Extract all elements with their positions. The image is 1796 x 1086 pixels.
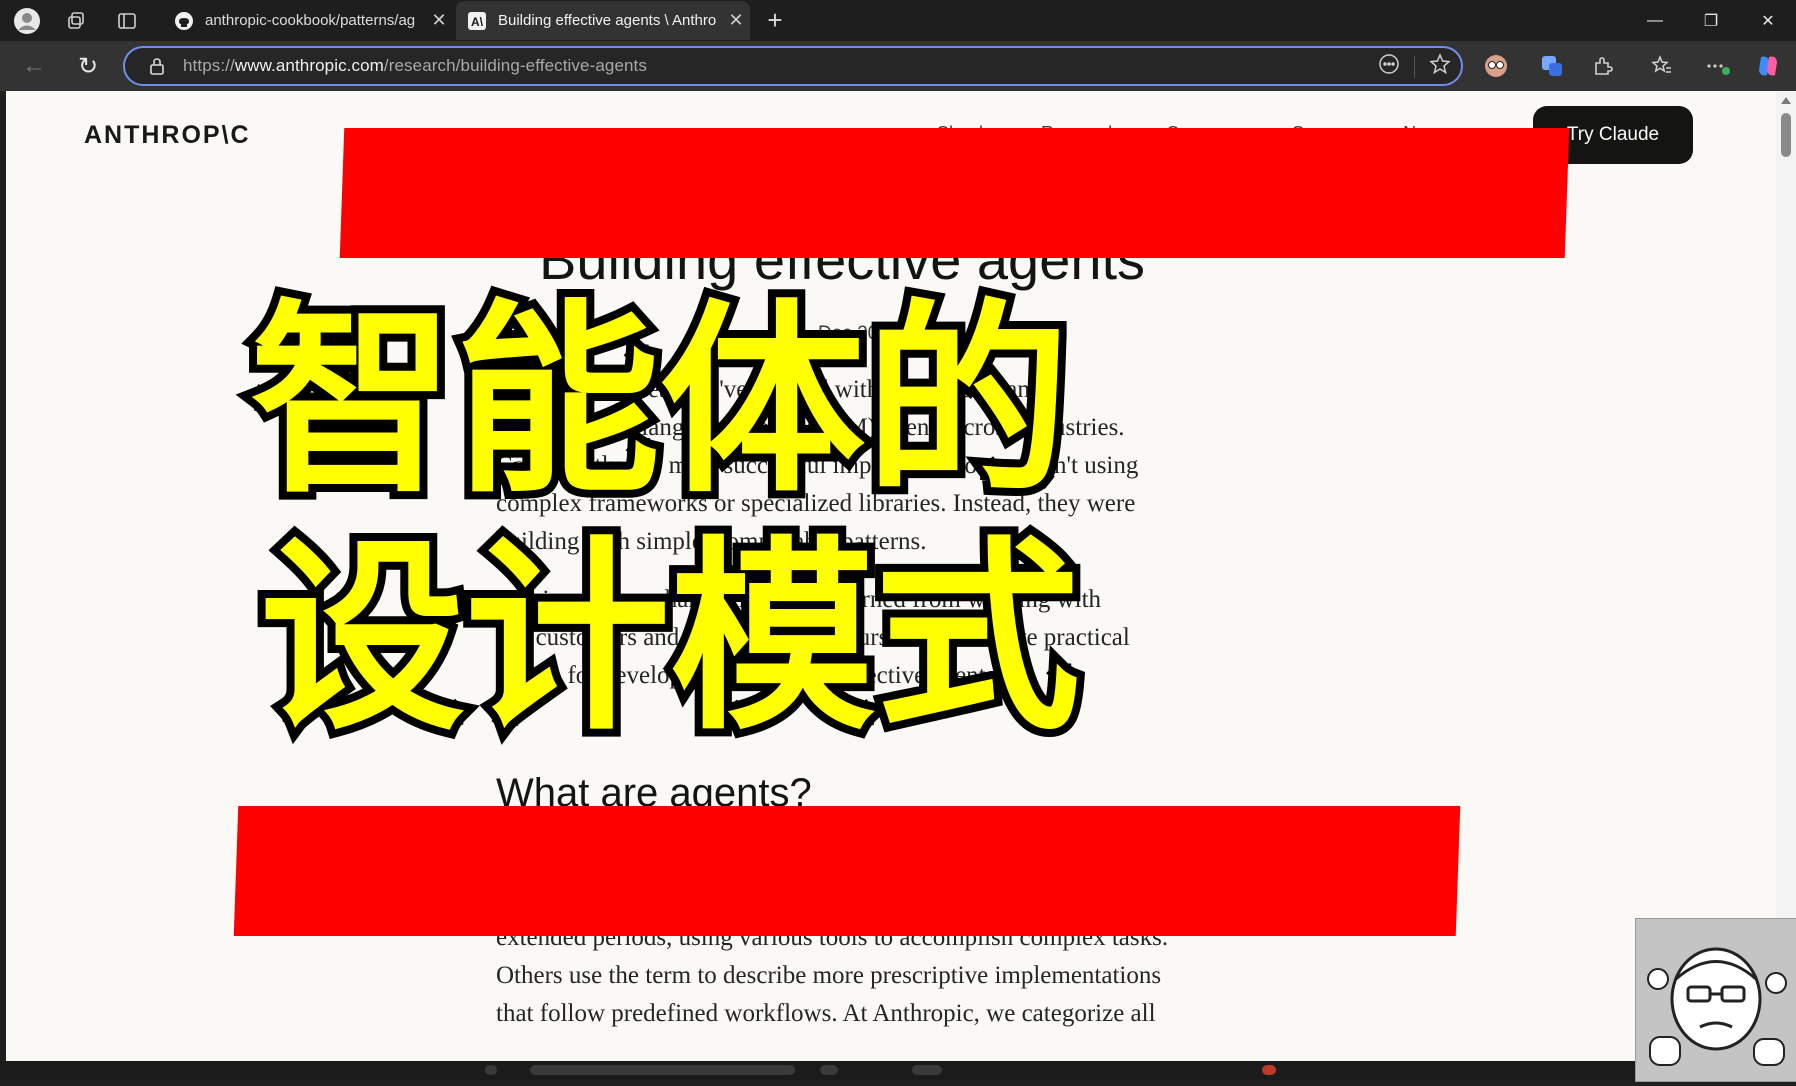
minimize-icon[interactable]: — (1627, 0, 1683, 41)
url-host: www.anthropic.com (234, 56, 384, 75)
section-heading: What are agents? (496, 771, 812, 815)
divider (1414, 55, 1415, 78)
paragraph-line: complex frameworks or specialized librar… (496, 490, 1136, 517)
taskbar-notification[interactable] (1262, 1065, 1276, 1075)
settings-more-icon[interactable] (1702, 50, 1734, 82)
paragraph-line: "Agent" can be defined in several ways. … (496, 848, 1136, 875)
back-icon[interactable]: ← (16, 48, 52, 84)
paragraph-line: agents as fully autonomous systems that … (496, 886, 1177, 913)
browser-tab-bar: anthropic-cookbook/patterns/ag ✕ A\ Buil… (0, 0, 1796, 41)
anthropic-icon: A\ (466, 10, 488, 32)
paragraph-line: In this post, we share what we've learne… (496, 586, 1102, 613)
close-tab-icon[interactable]: ✕ (425, 10, 453, 31)
favorite-star-icon[interactable] (1429, 53, 1451, 80)
presenter-avatar (1635, 918, 1796, 1082)
extensions-puzzle-icon[interactable] (1587, 50, 1619, 82)
tab-title: Building effective agents \ Anthro (498, 12, 717, 29)
taskbar-app[interactable] (912, 1065, 942, 1075)
scroll-thumb[interactable] (1781, 113, 1791, 157)
paragraph-line: our customers and building agents oursel… (496, 624, 1130, 651)
more-tools-icon[interactable] (1378, 53, 1400, 80)
taskbar-app[interactable] (820, 1065, 838, 1075)
close-window-icon[interactable]: ✕ (1740, 0, 1796, 41)
browser-toolbar: ← ↻ https://www.anthropic.com/research/b… (0, 41, 1796, 91)
paragraph-line: extended periods, using various tools to… (496, 924, 1169, 951)
scroll-up-arrow-icon[interactable] (1781, 97, 1791, 104)
paragraph-line: Consistently, the most successful implem… (496, 452, 1139, 479)
refresh-icon[interactable]: ↻ (70, 48, 106, 84)
tab-github[interactable]: anthropic-cookbook/patterns/ag ✕ (163, 1, 453, 40)
paragraph-line: Others use the term to describe more pre… (496, 962, 1162, 989)
url-path: /research/building-effective-agents (383, 56, 647, 75)
tab-title: anthropic-cookbook/patterns/ag (205, 12, 416, 29)
taskbar-app[interactable] (485, 1065, 497, 1075)
nav-link-company[interactable]: Company (1166, 123, 1243, 144)
restore-icon[interactable]: ❐ (1683, 0, 1739, 41)
favorites-icon[interactable] (1646, 50, 1678, 82)
article-title: Building effective agents (539, 228, 1146, 291)
paragraph-line: advice for developers on building effect… (496, 662, 1002, 689)
nav-link-claude[interactable]: Claude (936, 123, 993, 144)
svg-text:A\: A\ (471, 15, 484, 29)
paragraph-line: building with simple, composable pattern… (496, 528, 927, 555)
tab-actions-icon[interactable] (111, 5, 143, 37)
extension-tabs-icon[interactable] (1536, 50, 1568, 82)
section-paragraph: "Agent" can be defined in several ways. … (496, 843, 1276, 1033)
workspaces-icon[interactable] (60, 5, 92, 37)
close-tab-icon[interactable]: ✕ (722, 10, 750, 31)
profile-icon[interactable] (11, 5, 43, 37)
nav-link-research[interactable]: Research (1041, 123, 1118, 144)
nav-link-news[interactable]: News (1403, 123, 1448, 144)
try-claude-button[interactable]: Try Claude (1533, 106, 1693, 164)
tab-anthropic[interactable]: A\ Building effective agents \ Anthro ✕ (456, 1, 750, 40)
paragraph-line: Over the past year, we've worked with do… (496, 376, 1047, 403)
cartoon-face-icon (1636, 919, 1796, 1081)
article-date: Dec 20, 2024 (818, 323, 932, 344)
paragraph-line: building large language model (LLM) agen… (496, 414, 1125, 441)
site-nav: Claude Research Company Careers News (936, 123, 1448, 144)
taskbar (0, 1061, 1796, 1080)
page-viewport: ANTHROP\C Claude Research Company Career… (6, 91, 1776, 1061)
address-bar[interactable]: https://www.anthropic.com/research/build… (123, 46, 1463, 86)
taskbar-search[interactable] (530, 1065, 795, 1075)
nav-link-careers[interactable]: Careers (1291, 123, 1355, 144)
lock-icon[interactable] (147, 56, 167, 76)
github-icon (173, 10, 195, 32)
intro-paragraph: Over the past year, we've worked with do… (496, 371, 1276, 561)
page-scrollbar[interactable] (1776, 91, 1796, 1061)
second-paragraph: In this post, we share what we've learne… (496, 581, 1276, 695)
extension-glasses-icon[interactable] (1480, 50, 1512, 82)
copilot-icon[interactable] (1752, 50, 1784, 82)
paragraph-line: that follow predefined workflows. At Ant… (496, 1000, 1156, 1027)
url-scheme: https:// (183, 56, 235, 75)
site-logo[interactable]: ANTHROP\C (84, 121, 251, 150)
new-tab-button[interactable]: + (760, 4, 790, 36)
url-text: https://www.anthropic.com/research/build… (183, 56, 647, 76)
